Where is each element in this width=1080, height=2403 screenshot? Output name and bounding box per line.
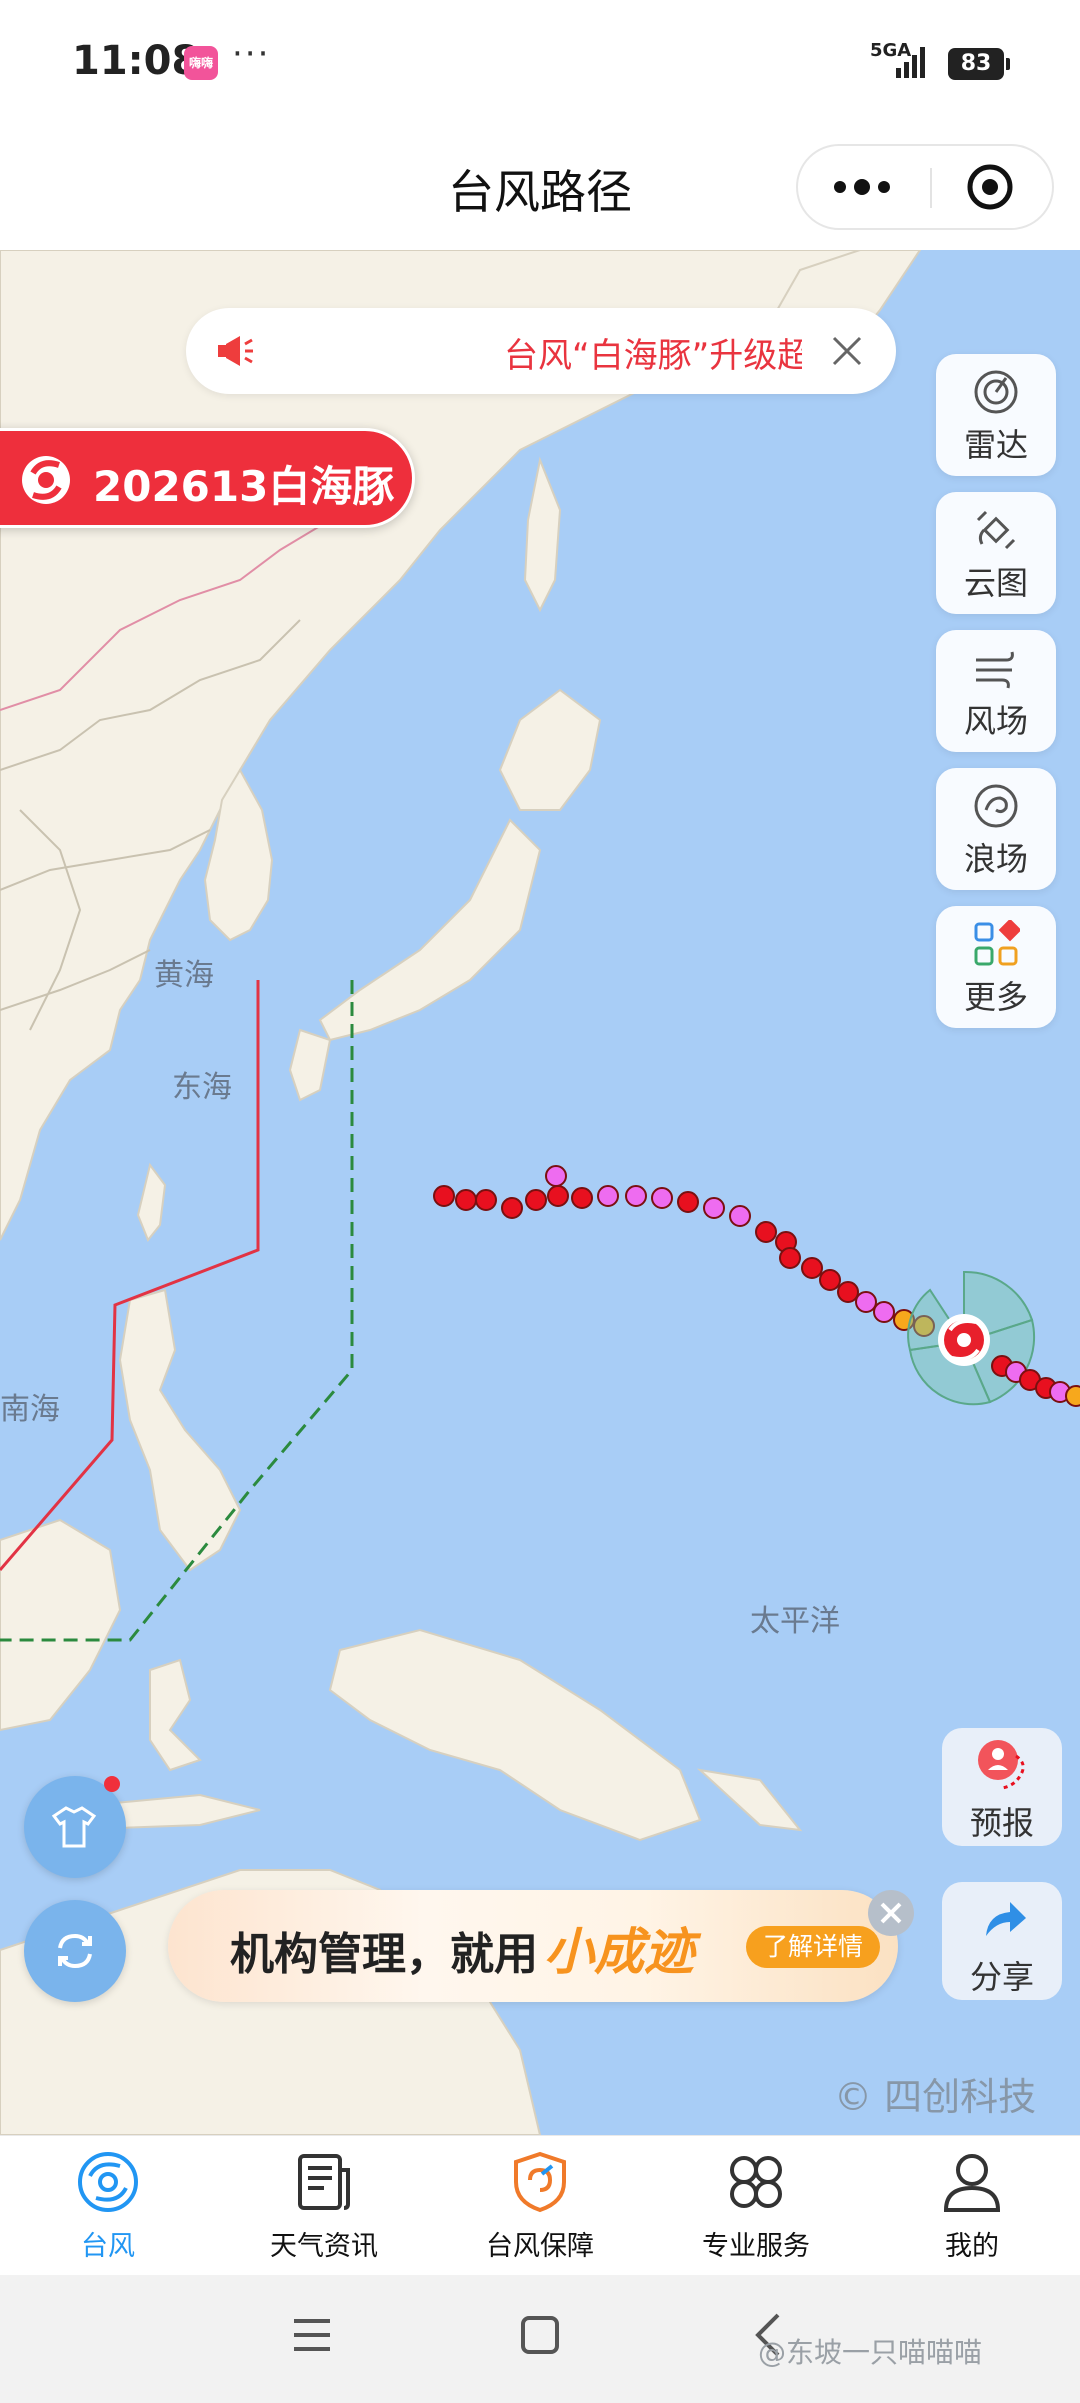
wave-field-button[interactable]: 浪场 (936, 768, 1056, 890)
cloud-image-label: 云图 (963, 564, 1028, 602)
battery-icon: 83 (948, 48, 1010, 80)
tab-pro-service-label: 专业服务 (702, 2231, 810, 2262)
tab-typhoon[interactable]: 台风 (0, 2136, 216, 2276)
refresh-button[interactable] (24, 1900, 126, 2002)
ad-text: 机构管理，就用 (230, 1929, 538, 1980)
tab-mine-label: 我的 (945, 2231, 999, 2262)
tab-mine[interactable]: 我的 (864, 2136, 1080, 2276)
more-notifications-icon: ··· (232, 34, 271, 74)
wave-field-label: 浪场 (963, 840, 1028, 878)
tab-weather-news-label: 天气资讯 (270, 2231, 378, 2262)
wave-icon (974, 784, 1018, 828)
notice-bar[interactable]: 台风“白海豚”升级超强台风 (186, 308, 896, 394)
forecast-button[interactable]: 预报 (942, 1728, 1062, 1846)
service-icon (730, 2156, 782, 2208)
tab-pro-service[interactable]: 专业服务 (648, 2136, 864, 2276)
tab-typhoon-protection-label: 台风保障 (486, 2231, 594, 2262)
system-nav-bar: @东坡一只喵喵喵 (0, 2275, 1080, 2403)
south-sea-label: 南海 (0, 1392, 60, 1427)
home-icon[interactable] (518, 2313, 562, 2357)
cloud-image-button[interactable]: 云图 (936, 492, 1056, 614)
tab-weather-news[interactable]: 天气资讯 (216, 2136, 432, 2276)
typhoon-track[interactable] (433, 1165, 1080, 1407)
ad-brand: 小成迹 (544, 1923, 694, 1981)
capsule-more-button[interactable] (798, 146, 930, 228)
shirt-icon (51, 1806, 97, 1848)
refresh-icon (58, 1933, 92, 1969)
typhoon-marker-icon[interactable] (938, 1314, 990, 1366)
satellite-icon (976, 510, 1016, 550)
signal-icon (896, 47, 925, 78)
news-icon (298, 2154, 350, 2210)
bottom-tabbar: 台风 天气资讯 台风保障 专业服务 我的 (0, 2135, 1080, 2275)
notice-text: 台风“白海豚”升级超强台风 (504, 336, 802, 376)
ad-learn-more-button[interactable]: 了解详情 (746, 1926, 880, 1968)
title-bar: 台风路径 (0, 126, 1080, 250)
ad-close-button[interactable] (868, 1890, 914, 1936)
map-canvas (0, 250, 1080, 2135)
forecaster-icon (978, 1740, 1025, 1790)
menu-icon[interactable] (290, 2315, 334, 2355)
share-button[interactable]: 分享 (942, 1882, 1062, 2000)
user-icon (943, 2154, 1001, 2212)
status-bar: 11:08 嗨嗨 ··· 5GA 83 (0, 0, 1080, 126)
radar-label: 雷达 (963, 426, 1028, 464)
more-grid-icon (974, 920, 1020, 966)
typhoon-map[interactable]: 黄海 东海 南海 太平洋 台风“白海豚”升级超强台风 202613白海豚 雷 (0, 250, 1080, 2135)
capsule-close-button[interactable] (932, 146, 1052, 228)
share-icon (986, 1902, 1026, 1936)
close-icon[interactable] (826, 330, 868, 372)
radar-button[interactable]: 雷达 (936, 354, 1056, 476)
typhoon-icon (78, 2152, 138, 2212)
more-label: 更多 (963, 978, 1028, 1016)
shield-icon (514, 2151, 566, 2213)
wind-field-button[interactable]: 风场 (936, 630, 1056, 752)
typhoon-name-badge[interactable]: 202613白海豚 (0, 428, 415, 528)
map-watermark: © 四创科技 (834, 2075, 1037, 2119)
radar-icon (974, 370, 1018, 414)
pacific-label: 太平洋 (750, 1604, 840, 1639)
more-button[interactable]: 更多 (936, 906, 1056, 1028)
app-notification-icon: 嗨嗨 (184, 46, 218, 80)
weibo-watermark: @东坡一只喵喵喵 (758, 2336, 983, 2369)
typhoon-icon (22, 456, 70, 504)
more-dots-icon (834, 179, 890, 195)
close-icon (880, 1902, 902, 1924)
wind-icon (976, 651, 1014, 689)
typhoon-name: 202613白海豚 (93, 462, 395, 511)
tab-typhoon-label: 台风 (81, 2231, 135, 2262)
miniprogram-capsule (796, 144, 1054, 230)
east-sea-label: 东海 (172, 1070, 232, 1105)
share-label: 分享 (969, 1958, 1034, 1996)
status-time: 11:08 (72, 38, 200, 84)
ad-banner[interactable]: 机构管理，就用 小成迹 了解详情 (168, 1890, 898, 2002)
tab-typhoon-protection[interactable]: 台风保障 (432, 2136, 648, 2276)
wind-field-label: 风场 (963, 702, 1028, 740)
notification-dot (104, 1776, 120, 1792)
forecast-label: 预报 (969, 1804, 1034, 1842)
megaphone-icon (218, 336, 253, 366)
yellow-sea-label: 黄海 (154, 958, 214, 993)
target-icon (967, 164, 1013, 210)
